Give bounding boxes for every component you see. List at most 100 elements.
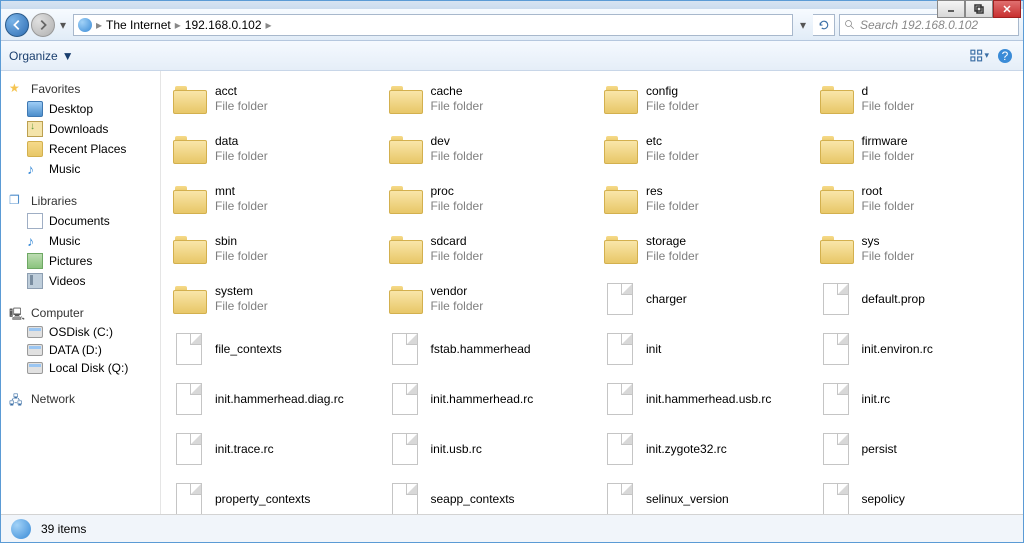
file-item[interactable]: selinux_version: [602, 481, 798, 514]
folder-icon: [604, 236, 636, 262]
item-type: File folder: [215, 299, 268, 314]
close-button[interactable]: [993, 0, 1021, 18]
breadcrumb-root[interactable]: The Internet: [106, 18, 171, 32]
view-options-button[interactable]: ▾: [969, 46, 989, 66]
file-item[interactable]: sepolicy: [818, 481, 1014, 514]
nav-item-music[interactable]: ♪Music: [1, 231, 160, 251]
history-dropdown[interactable]: ▾: [57, 18, 69, 32]
item-name: config: [646, 84, 699, 99]
back-button[interactable]: [5, 13, 29, 37]
nav-computer-header[interactable]: 🖳Computer: [1, 303, 160, 323]
item-type: File folder: [215, 199, 268, 214]
folder-item[interactable]: configFile folder: [602, 81, 798, 117]
nav-network-header[interactable]: 🖧Network: [1, 389, 160, 409]
maximize-button[interactable]: [965, 0, 993, 18]
folder-item[interactable]: sdcardFile folder: [387, 231, 583, 267]
folder-item[interactable]: sysFile folder: [818, 231, 1014, 267]
libraries-icon: ❐: [9, 193, 25, 209]
folder-item[interactable]: acctFile folder: [171, 81, 367, 117]
navigation-pane: ★Favorites Desktop Downloads Recent Plac…: [1, 71, 161, 514]
file-view[interactable]: acctFile foldercacheFile folderconfigFil…: [161, 71, 1023, 514]
drive-icon: [27, 344, 43, 356]
nav-item-pictures[interactable]: Pictures: [1, 251, 160, 271]
file-icon: [607, 333, 633, 365]
file-icon: [607, 383, 633, 415]
file-item[interactable]: init.zygote32.rc: [602, 431, 798, 467]
nav-item-documents[interactable]: Documents: [1, 211, 160, 231]
nav-item-recent-places[interactable]: Recent Places: [1, 139, 160, 159]
item-name: vendor: [431, 284, 484, 299]
nav-item-downloads[interactable]: Downloads: [1, 119, 160, 139]
folder-item[interactable]: mntFile folder: [171, 181, 367, 217]
breadcrumb-segment[interactable]: 192.168.0.102: [185, 18, 262, 32]
folder-item[interactable]: vendorFile folder: [387, 281, 583, 317]
file-item[interactable]: default.prop: [818, 281, 1014, 317]
folder-item[interactable]: rootFile folder: [818, 181, 1014, 217]
item-type: File folder: [431, 99, 484, 114]
folder-item[interactable]: etcFile folder: [602, 131, 798, 167]
item-type: File folder: [215, 149, 268, 164]
nav-item-music-fav[interactable]: ♪Music: [1, 159, 160, 179]
file-item[interactable]: init.hammerhead.rc: [387, 381, 583, 417]
folder-item[interactable]: cacheFile folder: [387, 81, 583, 117]
file-item[interactable]: property_contexts: [171, 481, 367, 514]
refresh-button[interactable]: [813, 14, 835, 36]
folder-item[interactable]: sbinFile folder: [171, 231, 367, 267]
item-name: seapp_contexts: [431, 492, 515, 507]
folder-item[interactable]: storageFile folder: [602, 231, 798, 267]
item-name: sdcard: [431, 234, 484, 249]
nav-item-desktop[interactable]: Desktop: [1, 99, 160, 119]
folder-item[interactable]: systemFile folder: [171, 281, 367, 317]
file-item[interactable]: charger: [602, 281, 798, 317]
search-placeholder: Search 192.168.0.102: [860, 18, 978, 32]
item-name: cache: [431, 84, 484, 99]
item-name: root: [862, 184, 915, 199]
nav-item-data-d[interactable]: DATA (D:): [1, 341, 160, 359]
folder-item[interactable]: resFile folder: [602, 181, 798, 217]
item-name: init.zygote32.rc: [646, 442, 727, 457]
nav-libraries-header[interactable]: ❐Libraries: [1, 191, 160, 211]
pictures-icon: [27, 253, 43, 269]
file-item[interactable]: init.usb.rc: [387, 431, 583, 467]
file-icon: [176, 433, 202, 465]
item-type: File folder: [215, 99, 268, 114]
folder-icon: [173, 236, 205, 262]
forward-button[interactable]: [31, 13, 55, 37]
organize-menu[interactable]: Organize ▼: [9, 49, 74, 63]
file-item[interactable]: seapp_contexts: [387, 481, 583, 514]
file-icon: [823, 283, 849, 315]
folder-icon: [389, 186, 421, 212]
organize-label: Organize: [9, 49, 58, 63]
item-type: File folder: [431, 249, 484, 264]
item-name: init.trace.rc: [215, 442, 274, 457]
item-type: File folder: [431, 299, 484, 314]
file-item[interactable]: file_contexts: [171, 331, 367, 367]
item-name: init.hammerhead.diag.rc: [215, 392, 344, 407]
nav-item-videos[interactable]: Videos: [1, 271, 160, 291]
folder-icon: [604, 186, 636, 212]
file-item[interactable]: init.trace.rc: [171, 431, 367, 467]
file-item[interactable]: init: [602, 331, 798, 367]
folder-icon: [173, 136, 205, 162]
folder-item[interactable]: procFile folder: [387, 181, 583, 217]
nav-favorites-header[interactable]: ★Favorites: [1, 79, 160, 99]
file-item[interactable]: init.rc: [818, 381, 1014, 417]
folder-item[interactable]: dFile folder: [818, 81, 1014, 117]
nav-item-local-q[interactable]: Local Disk (Q:): [1, 359, 160, 377]
file-item[interactable]: persist: [818, 431, 1014, 467]
computer-icon: 🖳: [9, 305, 25, 321]
minimize-button[interactable]: [937, 0, 965, 18]
item-name: init.environ.rc: [862, 342, 933, 357]
help-button[interactable]: ?: [995, 46, 1015, 66]
folder-item[interactable]: firmwareFile folder: [818, 131, 1014, 167]
file-icon: [392, 433, 418, 465]
file-item[interactable]: init.hammerhead.diag.rc: [171, 381, 367, 417]
address-history-icon[interactable]: ▾: [797, 18, 809, 32]
nav-item-osdisk[interactable]: OSDisk (C:): [1, 323, 160, 341]
address-bar[interactable]: ▸ The Internet ▸ 192.168.0.102 ▸: [73, 14, 793, 36]
file-item[interactable]: init.environ.rc: [818, 331, 1014, 367]
folder-item[interactable]: devFile folder: [387, 131, 583, 167]
file-item[interactable]: fstab.hammerhead: [387, 331, 583, 367]
folder-item[interactable]: dataFile folder: [171, 131, 367, 167]
file-item[interactable]: init.hammerhead.usb.rc: [602, 381, 798, 417]
